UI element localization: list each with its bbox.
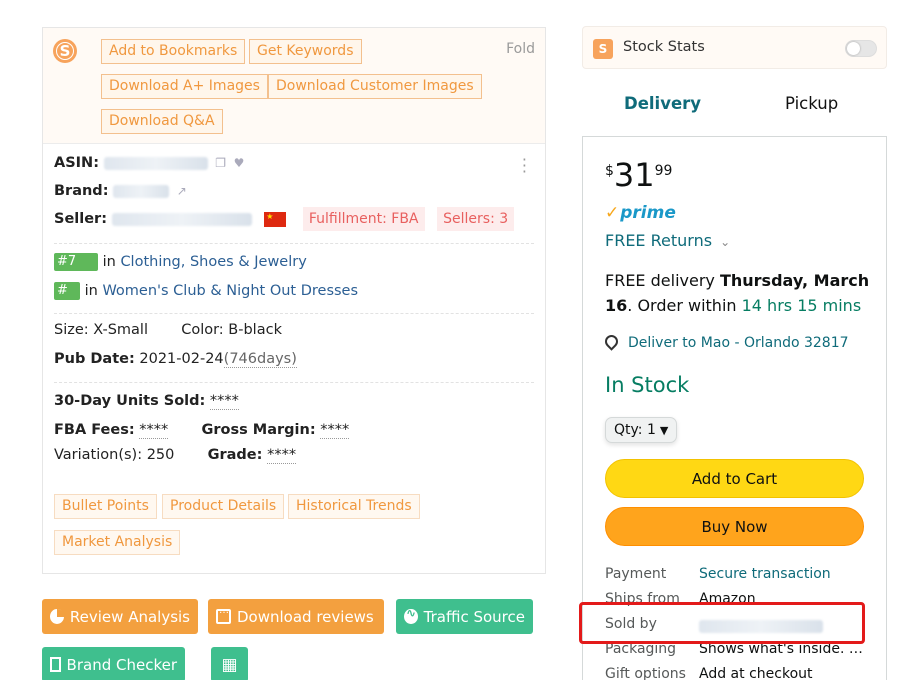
china-flag-icon: ★: [264, 211, 287, 227]
download-qa-button[interactable]: Download Q&A: [101, 109, 223, 134]
quantity-select[interactable]: Qty: 1 ▼: [605, 417, 678, 443]
fulfillment-badge: Fulfillment: FBA: [302, 207, 425, 231]
rank-badge: #: [54, 282, 80, 300]
seller-value-redacted[interactable]: [111, 212, 252, 226]
extension-panel: S Fold Add to Bookmarks Get Keywords Dow…: [42, 27, 546, 574]
heart-icon[interactable]: ♥: [234, 156, 245, 170]
stock-stats-bar: S Stock Stats: [582, 26, 887, 69]
comment-icon: [216, 605, 231, 624]
units-sold-value[interactable]: ****: [209, 393, 239, 410]
detail-value-gift-options: Add at checkout: [699, 666, 813, 680]
external-link-icon[interactable]: ↗: [177, 184, 187, 198]
checkbox-icon: [50, 657, 61, 672]
asin-row: ASIN: ❐ ♥: [54, 155, 245, 171]
calculator-icon: ▦: [221, 654, 238, 675]
units-sold-row: 30-Day Units Sold: ****: [54, 393, 239, 410]
extension-logo-icon: S: [593, 39, 613, 59]
stock-status: In Stock: [605, 373, 690, 397]
detail-label-gift-options: Gift options: [605, 666, 686, 680]
rank-badge: #7: [54, 253, 98, 271]
rank-row-main: #7 in Clothing, Shoes & Jewelry: [54, 253, 307, 271]
download-reviews-button[interactable]: Download reviews: [208, 599, 384, 634]
grade-value[interactable]: ****: [267, 447, 297, 464]
prime-badge: ✓prime: [605, 203, 676, 223]
more-options-icon[interactable]: · · ·: [522, 152, 527, 180]
rank-row-sub: # in Women's Club & Night Out Dresses: [54, 282, 358, 300]
buy-now-button[interactable]: Buy Now: [605, 507, 864, 546]
tab-historical-trends[interactable]: Historical Trends: [288, 494, 420, 519]
fba-fees-value[interactable]: ****: [139, 422, 169, 439]
tab-bullet-points[interactable]: Bullet Points: [54, 494, 157, 519]
buy-box: $3199 ✓prime FREE Returns ⌄ FREE delivery…: [582, 136, 887, 680]
calculator-button[interactable]: ▦: [211, 647, 248, 680]
free-returns-link[interactable]: FREE Returns ⌄: [605, 231, 730, 250]
brand-value-redacted: [113, 184, 170, 198]
check-icon: ✓: [605, 203, 620, 223]
rank-category-link[interactable]: Clothing, Shoes & Jewelry: [120, 254, 306, 270]
pub-date-row: Pub Date: 2021-02-24(746days): [54, 351, 297, 368]
location-pin-icon: [602, 332, 621, 351]
asin-value-redacted: [103, 156, 208, 170]
gross-margin-value[interactable]: ****: [320, 422, 350, 439]
variant-row: Size: X-Small Color: B-black: [54, 322, 282, 338]
pulse-icon: [404, 606, 418, 624]
secure-transaction-link[interactable]: Secure transaction: [699, 566, 831, 582]
chevron-down-icon: ⌄: [720, 235, 731, 249]
extension-toolbar: S Fold Add to Bookmarks Get Keywords Dow…: [43, 28, 545, 144]
download-customer-images-button[interactable]: Download Customer Images: [268, 74, 482, 99]
rank-subcategory-link[interactable]: Women's Club & Night Out Dresses: [102, 283, 358, 299]
highlight-annotation: [579, 602, 865, 644]
stock-stats-title: Stock Stats: [623, 39, 705, 55]
delivery-estimate: FREE delivery Thursday, March 16. Order …: [605, 271, 870, 315]
detail-label-payment: Payment: [605, 566, 667, 582]
get-keywords-button[interactable]: Get Keywords: [249, 39, 362, 64]
copy-icon[interactable]: ❐: [215, 156, 226, 170]
brand-row: Brand: ↗: [54, 183, 187, 199]
chevron-down-icon: ▼: [659, 424, 669, 437]
divider: [54, 382, 534, 383]
add-to-cart-button[interactable]: Add to Cart: [605, 459, 864, 498]
tab-market-analysis[interactable]: Market Analysis: [54, 530, 181, 555]
divider: [54, 243, 534, 244]
pie-chart-icon: [50, 609, 65, 624]
tab-pickup[interactable]: Pickup: [785, 94, 838, 113]
fees-row: FBA Fees: **** Gross Margin: ****: [54, 422, 350, 439]
add-to-bookmarks-button[interactable]: Add to Bookmarks: [101, 39, 246, 64]
download-aplus-images-button[interactable]: Download A+ Images: [101, 74, 268, 99]
deliver-to-link[interactable]: Deliver to Mao - Orlando 32817: [602, 332, 849, 351]
seller-row: Seller: ★ Fulfillment: FBA Sellers: 3: [54, 207, 515, 231]
traffic-source-button[interactable]: Traffic Source: [396, 599, 533, 634]
sellers-count-badge[interactable]: Sellers: 3: [437, 207, 515, 231]
brand-checker-button[interactable]: Brand Checker: [42, 647, 185, 680]
review-analysis-button[interactable]: Review Analysis: [42, 599, 198, 634]
fold-button[interactable]: Fold: [506, 41, 535, 57]
tab-product-details[interactable]: Product Details: [162, 494, 285, 519]
tab-delivery[interactable]: Delivery: [624, 94, 701, 113]
stock-stats-toggle[interactable]: [845, 40, 877, 57]
extension-logo-icon: S: [53, 39, 77, 63]
divider: [54, 313, 534, 314]
variation-row: Variation(s): 250 Grade: ****: [54, 447, 297, 464]
price: $3199: [605, 156, 673, 194]
